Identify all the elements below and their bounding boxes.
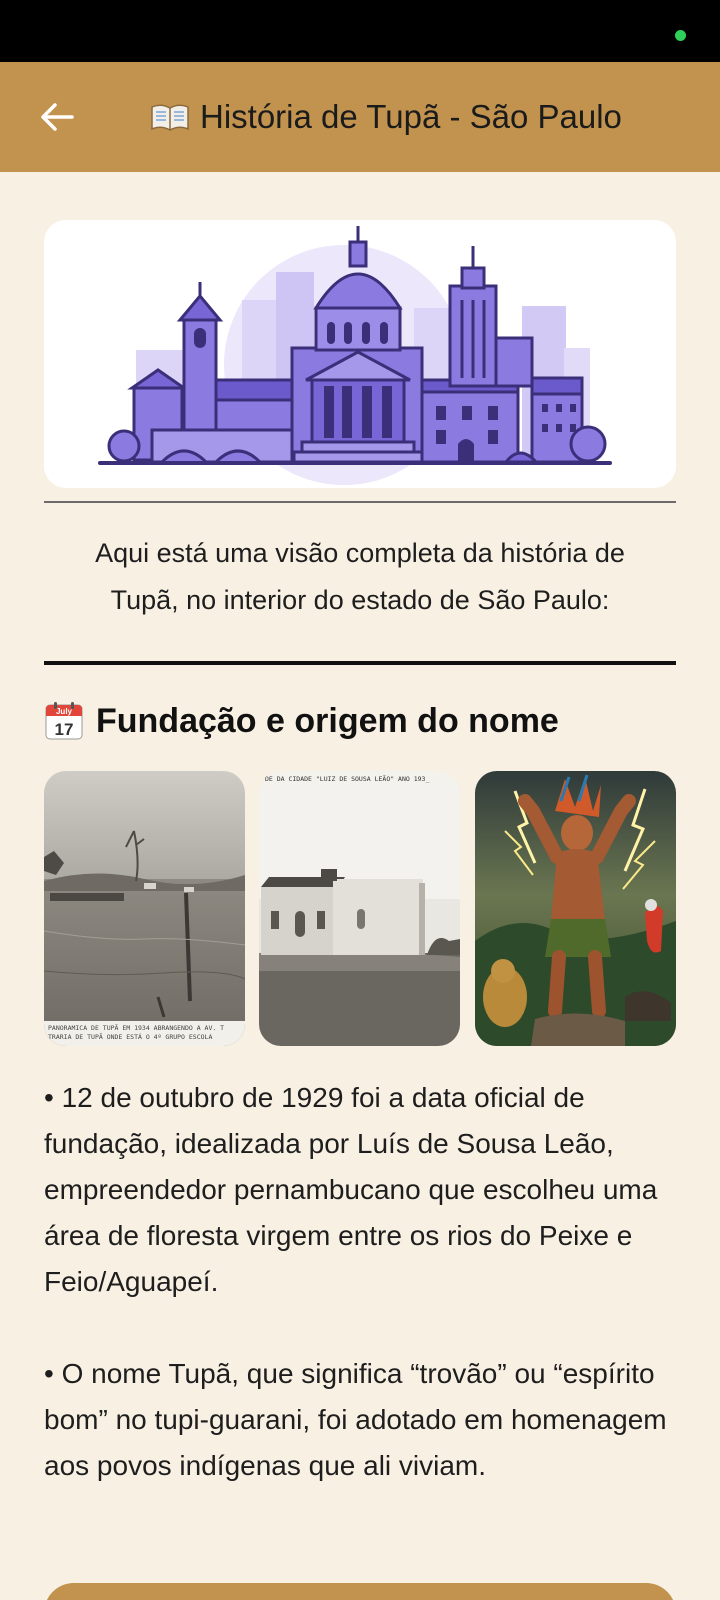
paragraph-foundation: • 12 de outubro de 1929 foi a data ofici… bbox=[44, 1082, 658, 1297]
photo-gallery: PANORAMICA DE TUPÃ EM 1934 ABRANGENDO A … bbox=[44, 771, 676, 1046]
bottom-action-button[interactable] bbox=[44, 1583, 676, 1600]
section-heading: July 17 Fundação e origem do nome bbox=[44, 696, 559, 746]
page-title-text: História de Tupã - São Paulo bbox=[200, 98, 622, 135]
notification-dot bbox=[675, 30, 686, 41]
arrow-left-icon bbox=[41, 103, 74, 131]
divider-thin bbox=[44, 501, 676, 503]
article-body: • 12 de outubro de 1929 foi a data ofici… bbox=[44, 1075, 684, 1535]
deity-image bbox=[475, 771, 676, 1046]
tupa-deity-painting[interactable] bbox=[475, 771, 676, 1046]
section-title: Fundação e origem do nome bbox=[96, 701, 559, 740]
intro-text: Aqui está uma visão completa da história… bbox=[95, 538, 625, 615]
calendar-icon: July 17 bbox=[45, 702, 83, 740]
open-book-icon bbox=[151, 104, 189, 131]
hero-illustration bbox=[44, 220, 676, 488]
city-skyline-illustration bbox=[98, 226, 612, 485]
status-bar bbox=[0, 0, 720, 62]
calendar-month: July bbox=[56, 707, 73, 716]
historic-building-photo[interactable]: DE DA CIDADE "LUIZ DE SOUSA LEÃO" ANO 19… bbox=[259, 771, 460, 1046]
page-title: História de Tupã - São Paulo bbox=[150, 62, 622, 172]
photo-caption: PANORAMICA DE TUPÃ EM 1934 ABRANGENDO A … bbox=[44, 1021, 245, 1046]
photo-header: DE DA CIDADE "LUIZ DE SOUSA LEÃO" ANO 19… bbox=[259, 771, 460, 787]
panorama-image bbox=[44, 771, 245, 1046]
app-bar: História de Tupã - São Paulo bbox=[0, 62, 720, 172]
building-image bbox=[259, 771, 460, 1046]
historic-panorama-photo[interactable]: PANORAMICA DE TUPÃ EM 1934 ABRANGENDO A … bbox=[44, 771, 245, 1046]
divider-thick bbox=[44, 661, 676, 665]
back-button[interactable] bbox=[30, 90, 84, 144]
paragraph-name-origin: • O nome Tupã, que significa “trovão” ou… bbox=[44, 1358, 667, 1481]
calendar-day: 17 bbox=[55, 720, 74, 739]
